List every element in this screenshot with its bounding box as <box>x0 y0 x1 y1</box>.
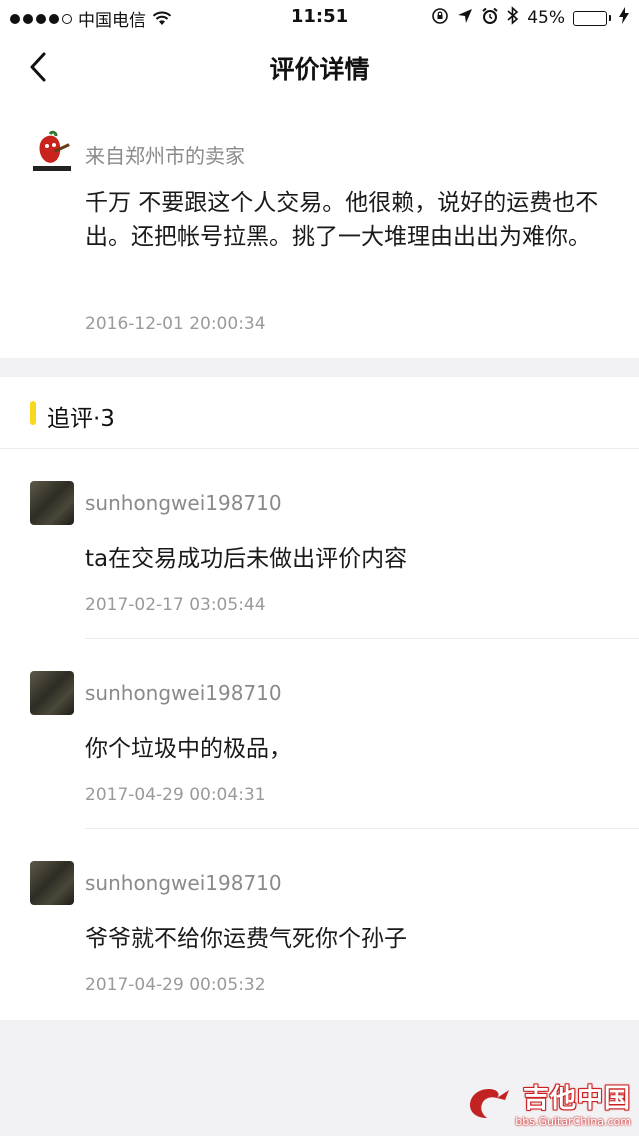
comment-timestamp: 2017-02-17 03:05:44 <box>85 595 266 615</box>
watermark-text: 吉他中国 bbs.GuitarChina.com <box>515 1078 631 1128</box>
list-item: sunhongwei198710 ta在交易成功后未做出评价内容 2017-02… <box>0 449 639 639</box>
status-right: 45% <box>431 6 629 30</box>
comment-text: 你个垃圾中的极品， <box>85 736 292 762</box>
review-timestamp: 2016-12-01 20:00:34 <box>85 314 266 334</box>
watermark-logo-icon <box>470 1089 510 1118</box>
battery-percent: 45% <box>527 8 565 28</box>
comment-username: sunhongwei198710 <box>85 491 282 515</box>
battery-icon <box>573 10 611 26</box>
comment-text: ta在交易成功后未做出评价内容 <box>85 546 408 572</box>
status-bar: 中国电信 11:51 45% <box>0 0 639 36</box>
followup-title: 追评·3 <box>47 406 115 432</box>
avatar[interactable] <box>30 671 74 715</box>
orientation-lock-icon <box>431 7 449 30</box>
comment-timestamp: 2017-04-29 00:04:31 <box>85 785 266 805</box>
battery-body <box>573 10 607 26</box>
list-item: sunhongwei198710 爷爷就不给你运费气死你个孙子 2017-04-… <box>0 829 639 1019</box>
watermark-url: bbs.GuitarChina.com <box>515 1115 631 1128</box>
page-title: 评价详情 <box>269 55 370 84</box>
battery-tip <box>609 15 611 21</box>
comment-timestamp: 2017-04-29 00:05:32 <box>85 975 266 995</box>
comment-username: sunhongwei198710 <box>85 681 282 705</box>
location-arrow-icon <box>457 8 473 29</box>
watermark: 吉他中国 bbs.GuitarChina.com <box>467 1078 631 1128</box>
bluetooth-icon <box>507 6 519 30</box>
watermark-title: 吉他中国 <box>522 1084 631 1114</box>
followup-section: 追评·3 sunhongwei198710 ta在交易成功后未做出评价内容 20… <box>0 377 639 1020</box>
nav-bar: 评价详情 <box>0 36 639 100</box>
review-card: 来自郑州市的卖家 千万 不要跟这个人交易。他很赖，说好的运费也不出。还把帐号拉黑… <box>0 100 639 358</box>
comment-username: sunhongwei198710 <box>85 871 282 895</box>
section-accent-bar <box>30 401 36 425</box>
charging-bolt-icon <box>619 7 629 29</box>
seller-label: 来自郑州市的卖家 <box>85 144 245 168</box>
list-item: sunhongwei198710 你个垃圾中的极品， 2017-04-29 00… <box>0 639 639 829</box>
avatar[interactable] <box>30 861 74 905</box>
avatar[interactable] <box>30 481 74 525</box>
review-text: 千万 不要跟这个人交易。他很赖，说好的运费也不出。还把帐号拉黑。挑了一大堆理由出… <box>85 190 599 250</box>
alarm-icon <box>481 7 499 30</box>
followup-header: 追评·3 <box>0 377 639 449</box>
seller-avatar[interactable] <box>30 130 74 174</box>
comment-text: 爷爷就不给你运费气死你个孙子 <box>85 926 407 952</box>
